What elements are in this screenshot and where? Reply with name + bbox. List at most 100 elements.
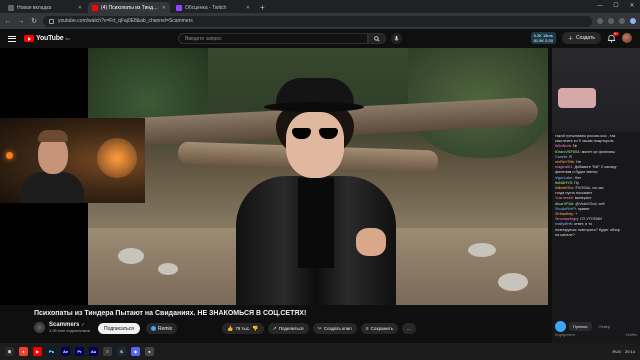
chat-username[interactable]: AlcarVF6A: bbox=[555, 202, 574, 206]
chat-text: @VldaYOnd, хей bbox=[575, 201, 605, 206]
stats-line: 81.9K 0.00 bbox=[533, 38, 553, 43]
notification-count-badge: 9+ bbox=[613, 31, 619, 36]
chat-username[interactable]: Wtm№vb: bbox=[555, 144, 572, 148]
chat-text: Не bbox=[576, 160, 581, 165]
close-tab-icon[interactable]: ✕ bbox=[78, 5, 82, 11]
chat-username[interactable]: ЮrarcVSF6S4: bbox=[555, 150, 581, 154]
subscribe-button[interactable]: Подписаться bbox=[98, 323, 140, 334]
close-tab-icon[interactable]: ✕ bbox=[162, 5, 166, 11]
remix-button[interactable]: Remix bbox=[146, 323, 178, 334]
create-label: Создать bbox=[575, 35, 595, 41]
search-icon bbox=[374, 35, 380, 42]
youtube-wordmark: YouTube bbox=[36, 35, 64, 42]
chat-text: ГО УТОПИИ bbox=[580, 217, 602, 222]
browser-tab-youtube[interactable]: (4) Психопаты из Тиндера ✕ bbox=[88, 2, 170, 13]
taskbar-app-icon[interactable]: ● bbox=[145, 347, 154, 356]
profile-icon[interactable] bbox=[630, 18, 636, 24]
create-button[interactable]: ＋ Создать bbox=[561, 32, 601, 44]
clock[interactable]: 20:14 bbox=[625, 349, 635, 354]
site-info-icon[interactable] bbox=[49, 18, 54, 24]
extension-icon[interactable] bbox=[597, 18, 603, 24]
chat-username[interactable]: Sinomwrbrgnj: bbox=[555, 217, 579, 221]
taskbar-app-icon[interactable]: ● bbox=[19, 347, 28, 356]
minimize-icon[interactable]: — bbox=[592, 0, 608, 13]
chat-tab-other[interactable]: Отвер bbox=[595, 322, 614, 331]
share-button[interactable]: ↗ Поделиться bbox=[267, 323, 309, 334]
notifications-button[interactable]: 9+ bbox=[607, 31, 619, 43]
voice-search-button[interactable] bbox=[391, 33, 402, 44]
clip-label: Создать клип bbox=[323, 326, 352, 331]
chat-username[interactable]: Yusrneshk: bbox=[555, 196, 574, 200]
streamer-webcam-overlay bbox=[0, 118, 145, 203]
new-tab-button[interactable]: + bbox=[256, 2, 269, 13]
chat-tab-preview[interactable]: Превью bbox=[569, 321, 592, 331]
chat-footer: Engagement Onlifter bbox=[555, 333, 637, 337]
video-subject bbox=[236, 78, 396, 305]
reload-icon[interactable]: ↻ bbox=[30, 17, 38, 25]
chat-text: минерист bbox=[574, 196, 592, 201]
menu-icon[interactable] bbox=[8, 35, 16, 42]
back-icon[interactable]: ← bbox=[4, 18, 12, 25]
close-tab-icon[interactable]: ✕ bbox=[246, 5, 250, 11]
header-actions: 5.2K 15ms 81.9K 0.00 ＋ Создать 9+ bbox=[530, 31, 632, 44]
clip-button[interactable]: ✂ Создать клип bbox=[312, 323, 357, 334]
taskbar-app-icon[interactable]: Ps bbox=[47, 347, 56, 356]
chat-username[interactable]: ShuAnRvrPl: bbox=[555, 207, 577, 211]
language-indicator[interactable]: RUS bbox=[613, 349, 621, 354]
more-label: ... bbox=[407, 326, 411, 331]
youtube-play-icon bbox=[24, 35, 34, 42]
chat-username[interactable]: realtydfrrfl: bbox=[555, 222, 573, 226]
chat-username[interactable]: Cwarbi: bbox=[555, 155, 568, 159]
address-bar[interactable]: youtube.com/watch?v=Frt_qFaj0E8&ab_chann… bbox=[43, 15, 592, 27]
taskbar-app-icon[interactable]: Pr bbox=[75, 347, 84, 356]
account-avatar[interactable] bbox=[622, 33, 632, 43]
chat-username[interactable]: ItsNAHYS: bbox=[555, 181, 573, 185]
close-window-icon[interactable]: ✕ bbox=[624, 0, 640, 13]
chat-text: финелим и будит минер bbox=[555, 170, 598, 175]
chat-message-list: такой трешниииы россия.ооо , так какслеит… bbox=[552, 132, 640, 240]
channel-info[interactable]: Scammers ✓ 1,95 млн подписчиков bbox=[34, 322, 90, 333]
chat-text: ответ, я то bbox=[574, 222, 593, 227]
chat-username[interactable]: ninRwYRtb: bbox=[555, 160, 575, 164]
search-button[interactable] bbox=[368, 33, 386, 44]
browser-tab-twitch[interactable]: Обсценка - Twitch ✕ bbox=[172, 2, 254, 13]
like-button[interactable]: 👍 79 тыс. 👎 bbox=[222, 323, 264, 334]
tab-title: (4) Психопаты из Тиндера bbox=[101, 4, 159, 11]
chat-username[interactable]: iNikeleOhc: bbox=[555, 186, 574, 190]
chat-mode-tabs: Превью Отвер bbox=[555, 320, 637, 332]
extension-icon[interactable] bbox=[619, 18, 625, 24]
remix-label: Remix bbox=[158, 325, 173, 332]
chat-text: привет bbox=[577, 206, 590, 211]
youtube-logo[interactable]: YouTube RU bbox=[24, 35, 70, 42]
search-input[interactable]: Введите запрос bbox=[178, 33, 368, 44]
channel-avatar[interactable] bbox=[34, 322, 45, 333]
taskbar-app-icon[interactable]: ⊞ bbox=[5, 347, 14, 356]
remix-icon bbox=[151, 326, 156, 331]
taskbar-app-icon[interactable]: ▶ bbox=[33, 347, 42, 356]
youtube-favicon-icon bbox=[92, 4, 98, 11]
forward-icon[interactable]: → bbox=[17, 18, 25, 25]
chat-username[interactable]: magical61: bbox=[555, 165, 573, 169]
chat-username[interactable]: SirMadhdy: bbox=[555, 212, 574, 216]
taskbar-app-icon[interactable]: Au bbox=[89, 347, 98, 356]
maximize-icon[interactable]: ☐ bbox=[608, 0, 624, 13]
chat-text: на канале? bbox=[555, 232, 575, 237]
more-actions-button[interactable]: ... bbox=[402, 323, 416, 334]
thumbs-down-icon[interactable]: 👎 bbox=[252, 326, 258, 332]
system-tray: RUS 20:14 bbox=[613, 349, 635, 354]
thumbs-up-icon: 👍 bbox=[227, 325, 234, 332]
video-player[interactable] bbox=[0, 48, 548, 305]
taskbar-app-icon[interactable]: ◆ bbox=[131, 347, 140, 356]
taskbar-app-icon[interactable]: ≡ bbox=[103, 347, 112, 356]
browser-toolbar: ← → ↻ youtube.com/watch?v=Frt_qFaj0E8&ab… bbox=[0, 13, 640, 29]
chat-text: планируешь повторить? будит обзор bbox=[555, 227, 620, 232]
save-button[interactable]: ≡ Сохранить bbox=[360, 323, 399, 334]
save-to-playlist-icon: ≡ bbox=[365, 325, 369, 332]
extension-icon[interactable] bbox=[608, 18, 614, 24]
chat-text: Нет bbox=[574, 175, 582, 180]
taskbar-app-icon[interactable]: Ae bbox=[61, 347, 70, 356]
chat-username[interactable]: VigerLater: bbox=[555, 176, 574, 180]
browser-tab-new[interactable]: Новая вкладка ✕ bbox=[4, 2, 86, 13]
video-frame[interactable] bbox=[88, 48, 548, 305]
taskbar-app-icon[interactable]: S bbox=[117, 347, 126, 356]
